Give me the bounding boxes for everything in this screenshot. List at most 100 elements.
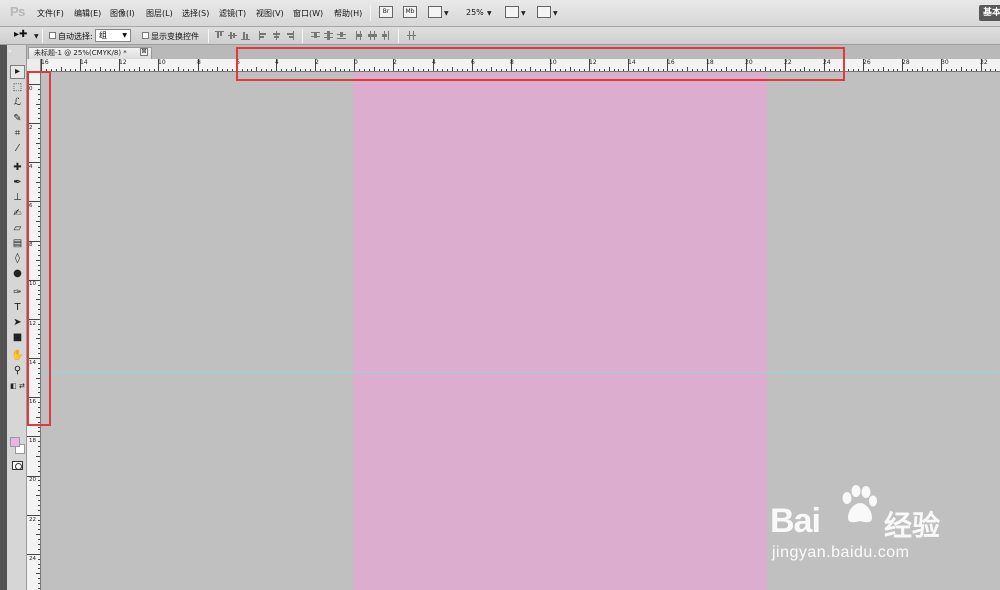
quick-mask-icon[interactable] [12,461,23,470]
ruler-label: 2 [315,59,319,66]
align-bottom-icon[interactable] [241,31,250,40]
foreground-color-swatch[interactable] [10,437,20,447]
mini-bridge-icon[interactable]: Mb [403,6,417,18]
pen-tool-icon[interactable]: ✑ [10,286,25,300]
auto-select-dropdown[interactable]: 组 ▼ [95,29,131,42]
menu-help[interactable]: 帮助(H) [334,8,362,19]
ruler-label: 22 [29,517,36,523]
workspace-button[interactable]: 基本 [979,5,1000,21]
vertical-ruler[interactable]: 0 2 4 6 8 10 12 14 16 18 20 22 24 [27,72,41,590]
auto-select-label: 自动选择: [58,32,93,41]
ruler-label: 30 [941,59,949,66]
ruler-label: 16 [41,59,49,66]
distribute-horizontal-center-icon[interactable] [368,31,377,40]
ruler-label: 16 [667,59,675,66]
ruler-label: 10 [29,281,36,287]
arrange-documents-icon[interactable] [505,6,519,18]
distribute-top-icon[interactable] [311,31,320,40]
bridge-icon[interactable]: Br [379,6,393,18]
align-right-icon[interactable] [285,31,294,40]
menu-layer[interactable]: 图层(L) [146,8,173,19]
ruler-label: 2 [393,59,397,66]
ruler-label: 14 [80,59,88,66]
chevron-down-icon[interactable]: ▼ [521,10,526,17]
collapse-panel-icon[interactable]: » [8,48,12,55]
blur-tool-icon[interactable]: ◊ [10,252,25,266]
document-canvas[interactable] [353,73,767,590]
watermark-url: jingyan.baidu.com [772,544,910,561]
auto-align-layers-icon[interactable] [407,31,416,40]
menu-filter[interactable]: 滤镜(T) [219,8,246,19]
watermark-brand-cn: 经验 [884,509,941,542]
dodge-tool-icon[interactable]: ● [10,267,25,281]
close-tab-icon[interactable]: ⊠ [140,48,148,56]
type-tool-icon[interactable]: T [10,301,25,315]
distribute-left-icon[interactable] [355,31,364,40]
eraser-tool-icon[interactable]: ▱ [10,222,25,236]
horizontal-guide[interactable] [41,372,1000,373]
default-colors-icon[interactable]: ◧ ⇄ [10,379,25,393]
baidu-jingyan-watermark: Bai 经验 jingyan.baidu.com [770,484,980,574]
history-brush-tool-icon[interactable]: ✍ [10,207,25,221]
chevron-down-icon[interactable]: ▼ [34,33,39,40]
menu-image[interactable]: 图像(I) [110,8,135,19]
move-tool-icon[interactable]: ▸ [10,65,25,79]
align-left-icon[interactable] [259,31,268,40]
watermark-brand: Bai [770,502,821,540]
chevron-down-icon[interactable]: ▼ [553,10,558,17]
ruler-label: 12 [119,59,127,66]
ruler-label: 14 [628,59,636,66]
path-selection-tool-icon[interactable]: ➤ [10,316,25,330]
menu-bar: Ps 文件(F) 编辑(E) 图像(I) 图层(L) 选择(S) 滤镜(T) 视… [0,0,1000,27]
ruler-label: 28 [902,59,910,66]
clone-stamp-tool-icon[interactable]: ⊥ [10,191,25,205]
healing-brush-tool-icon[interactable]: ✚ [10,161,25,175]
horizontal-ruler[interactable]: 16 14 12 10 8 6 4 2 0 2 4 6 8 10 12 14 1… [41,59,1000,72]
ruler-label: 8 [197,59,201,66]
distribute-bottom-icon[interactable] [337,31,346,40]
zoom-level[interactable]: 25% [466,8,484,17]
gradient-tool-icon[interactable]: ▤ [10,237,25,251]
ruler-origin[interactable] [27,59,41,72]
menu-file[interactable]: 文件(F) [37,8,64,19]
zoom-tool-icon[interactable]: ⚲ [10,364,25,378]
menu-view[interactable]: 视图(V) [256,8,284,19]
menu-select[interactable]: 选择(S) [182,8,209,19]
document-tab[interactable]: 未标题-1 @ 25%(CMYK/8) * [28,47,152,59]
hand-tool-icon[interactable]: ✋ [10,349,25,363]
align-horizontal-center-icon[interactable] [272,31,281,40]
brush-tool-icon[interactable]: ✒ [10,176,25,190]
view-extras-icon[interactable] [428,6,442,18]
distribute-right-icon[interactable] [381,31,390,40]
ruler-label: 6 [29,203,33,209]
distribute-center-icon[interactable] [324,31,333,40]
chevron-down-icon[interactable]: ▼ [487,10,492,17]
move-tool-icon[interactable]: ▸✚ [14,29,27,40]
ruler-label: 12 [589,59,597,66]
menu-window[interactable]: 窗口(W) [293,8,323,19]
options-separator [208,29,209,43]
lasso-tool-icon[interactable]: ℒ [10,96,25,110]
screen-mode-icon[interactable] [537,6,551,18]
ruler-label: 6 [236,59,240,66]
vertical-ruler-ticks [27,84,40,589]
align-vertical-center-icon[interactable] [228,31,237,40]
shape-tool-icon[interactable]: ■ [10,331,25,345]
show-transform-checkbox[interactable] [142,32,149,39]
options-bar: ▸✚ ▼ 自动选择: 组 ▼ 显示变换控件 [0,27,1000,45]
auto-select-checkbox[interactable] [49,32,56,39]
horizontal-ruler-ticks [41,59,996,71]
marquee-tool-icon[interactable]: ⬚ [10,81,25,95]
crop-tool-icon[interactable]: ⌗ [10,127,25,141]
ruler-label: 24 [29,556,36,562]
ruler-label: 24 [823,59,831,66]
ruler-label: 20 [745,59,753,66]
ruler-label: 10 [158,59,166,66]
eyedropper-tool-icon[interactable]: ⁄ [10,142,25,156]
photoshop-window: Ps 文件(F) 编辑(E) 图像(I) 图层(L) 选择(S) 滤镜(T) 视… [0,0,1000,590]
ruler-label: 8 [29,242,33,248]
quick-selection-tool-icon[interactable]: ✎ [10,112,25,126]
align-top-icon[interactable] [215,31,224,40]
menu-edit[interactable]: 编辑(E) [74,8,101,19]
chevron-down-icon[interactable]: ▼ [444,10,449,17]
